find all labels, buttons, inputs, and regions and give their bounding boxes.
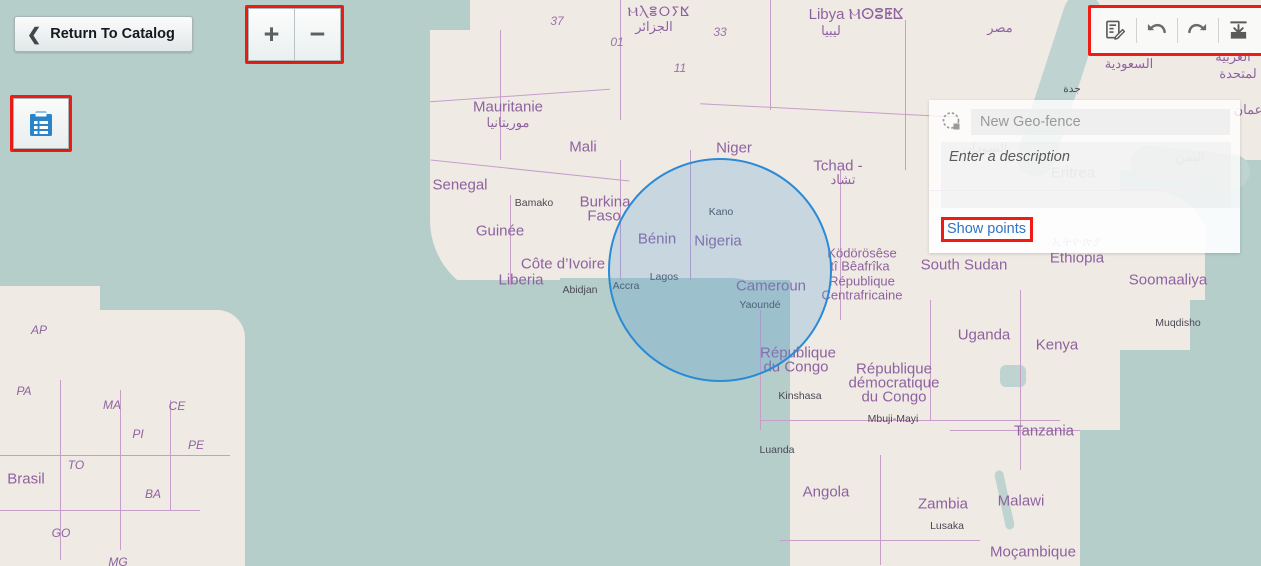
minus-icon: − — [309, 19, 326, 49]
zoom-out-button[interactable]: − — [294, 9, 340, 60]
zoom-control: + − — [248, 8, 341, 61]
map-border-line — [0, 455, 230, 457]
map-canvas[interactable]: Mauritanie موريتانيا Mali Senegal Guinée Côte… — [0, 0, 1261, 566]
map-water-indian-ocean — [1190, 300, 1261, 566]
map-land-brazil-north — [0, 286, 100, 346]
zoom-in-button[interactable]: + — [249, 9, 294, 60]
return-to-catalog-label: Return To Catalog — [50, 26, 175, 42]
map-land-brazil — [0, 310, 245, 566]
geofence-name-input[interactable] — [971, 109, 1230, 135]
map-border-line — [840, 170, 842, 320]
geofence-list-button[interactable] — [13, 98, 69, 149]
map-border-line — [500, 30, 502, 160]
save-icon — [1230, 21, 1247, 39]
map-border-line — [120, 390, 122, 550]
show-points-link[interactable]: Show points — [944, 220, 1030, 239]
zoom-control-highlight: + − — [245, 5, 344, 64]
map-border-line — [880, 455, 882, 565]
map-border-line — [905, 20, 907, 170]
map-border-line — [1020, 290, 1022, 470]
redo-button[interactable] — [1177, 10, 1218, 51]
dashed-circle-handle-icon — [941, 111, 963, 133]
edit-document-icon — [1106, 20, 1126, 40]
undo-icon — [1147, 24, 1166, 34]
map-border-line — [770, 0, 772, 110]
map-border-line — [510, 195, 512, 285]
clipboard-list-icon — [30, 111, 52, 136]
map-land-africa-south — [740, 380, 1080, 566]
app-root: Mauritanie موريتانيا Mali Senegal Guinée Côte… — [0, 0, 1261, 566]
layers-button-highlight — [10, 95, 72, 152]
edit-document-button[interactable] — [1095, 10, 1136, 51]
map-border-line — [950, 430, 1080, 432]
plus-icon: + — [263, 19, 280, 49]
map-border-line — [930, 300, 932, 420]
geofence-description-input[interactable] — [941, 142, 1231, 208]
map-border-line — [620, 0, 622, 120]
geofence-circle-shape[interactable] — [608, 158, 832, 382]
map-water-mediterranean — [430, 0, 470, 30]
geofence-editor-panel: Show points — [929, 100, 1240, 253]
chevron-left-icon: ❮ — [27, 24, 42, 44]
save-button[interactable] — [1218, 10, 1259, 51]
show-points-highlight: Show points — [941, 217, 1033, 242]
redo-icon — [1188, 24, 1207, 34]
geofence-panel-footer: Show points — [929, 208, 1240, 253]
undo-button[interactable] — [1136, 10, 1177, 51]
map-border-line — [170, 400, 172, 510]
editor-toolbar-highlight — [1088, 5, 1261, 56]
map-border-line — [780, 540, 980, 542]
map-border-line — [0, 510, 200, 512]
geofence-name-row — [929, 100, 1240, 142]
editor-toolbar — [1091, 8, 1261, 53]
return-to-catalog-button[interactable]: ❮ Return To Catalog — [14, 16, 193, 52]
map-border-line — [760, 420, 1060, 422]
map-border-line — [60, 380, 62, 560]
map-water-lake-victoria — [1000, 365, 1026, 387]
